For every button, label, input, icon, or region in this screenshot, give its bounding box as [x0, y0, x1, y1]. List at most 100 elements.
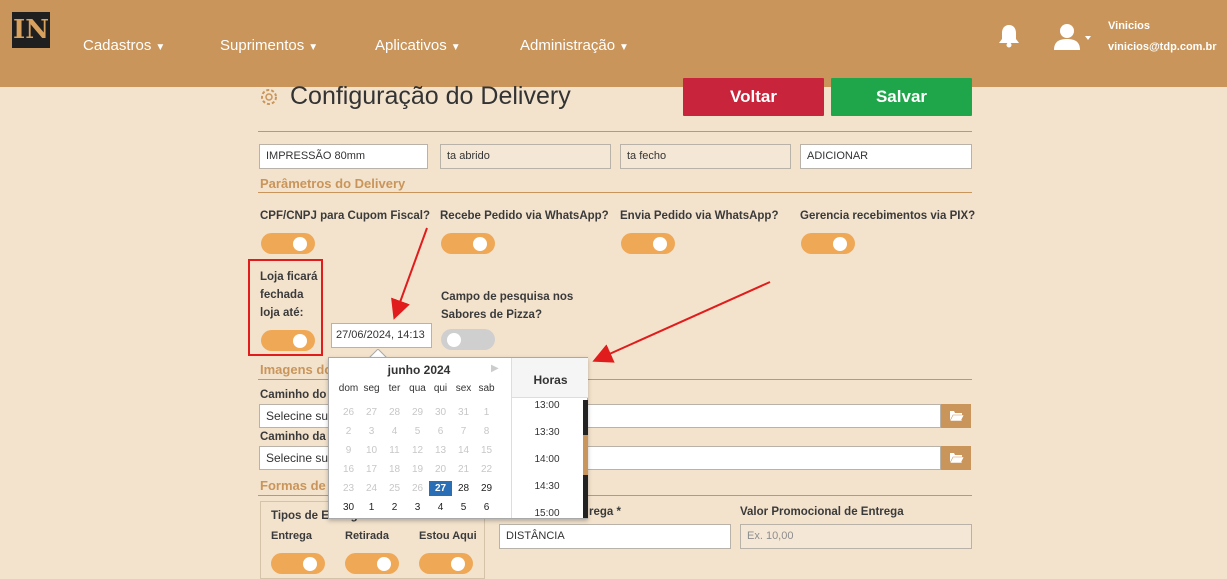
hours-scrollbar[interactable] [583, 400, 588, 518]
aberto-field[interactable]: ta abrido [440, 144, 611, 169]
calendar-day[interactable]: 18 [383, 462, 406, 477]
calendar-day[interactable]: 2 [337, 424, 360, 439]
calendar-day[interactable]: 14 [452, 443, 475, 458]
calendar-day[interactable]: 10 [360, 443, 383, 458]
calendar-day[interactable]: 21 [452, 462, 475, 477]
calendar-day[interactable]: 16 [337, 462, 360, 477]
calendar-day[interactable]: 6 [429, 424, 452, 439]
hour-option[interactable]: 13:30 [512, 427, 582, 438]
calendar-day[interactable]: 29 [406, 405, 429, 420]
formas-section-title: Formas de [260, 478, 326, 493]
calendar-day[interactable]: 23 [337, 481, 360, 496]
hour-option[interactable]: 14:30 [512, 481, 582, 492]
divider [258, 192, 972, 193]
entrega-toggle[interactable] [271, 553, 325, 574]
images-section-title: Imagens do [260, 362, 333, 377]
calendar: junho 2024 ▶ dom seg ter qua qui sex sab 26 27 28… [329, 358, 509, 518]
calendar-day[interactable]: 2 [383, 500, 406, 515]
weekday-label: sex [455, 383, 472, 394]
calendar-day[interactable]: 17 [360, 462, 383, 477]
calendar-day[interactable]: 25 [383, 481, 406, 496]
calendar-day[interactable]: 27 [360, 405, 383, 420]
loja-fechada-datetime-input[interactable]: 27/06/2024, 14:13 [331, 323, 432, 348]
folder-open-icon[interactable] [941, 404, 971, 428]
calendar-day-selected[interactable]: 27 [429, 481, 452, 496]
nav-suprimentos[interactable]: Suprimentos ▼ [220, 37, 318, 54]
calendar-day[interactable]: 1 [360, 500, 383, 515]
retirada-toggle[interactable] [345, 553, 399, 574]
calendar-day[interactable]: 11 [383, 443, 406, 458]
nav-cadastros[interactable]: Cadastros ▼ [83, 37, 165, 54]
bell-icon[interactable] [998, 24, 1020, 48]
retirada-label: Retirada [345, 530, 390, 542]
weekday-label: sab [478, 383, 495, 394]
calendar-day[interactable]: 4 [383, 424, 406, 439]
calendar-day[interactable]: 28 [452, 481, 475, 496]
estou-aqui-label: Estou Aqui [419, 530, 477, 542]
gear-icon [261, 89, 277, 105]
envia-whatsapp-label: Envia Pedido via WhatsApp? [620, 210, 779, 222]
calendar-day[interactable]: 5 [406, 424, 429, 439]
hour-option[interactable]: 14:00 [512, 454, 582, 465]
cpf-cnpj-toggle[interactable] [261, 233, 315, 254]
tipo-entrega-select[interactable]: DISTÂNCIA [499, 524, 731, 549]
hour-option[interactable]: 15:00 [512, 508, 582, 518]
calendar-day[interactable]: 7 [452, 424, 475, 439]
datetime-picker: junho 2024 ▶ dom seg ter qua qui sex sab 26 27 28… [328, 357, 588, 519]
salvar-button[interactable]: Salvar [831, 78, 972, 116]
campo-pesquisa-label: Campo de pesquisa nos Sabores de Pizza? [441, 291, 574, 321]
app-logo[interactable]: IN [12, 12, 50, 48]
estou-aqui-toggle[interactable] [419, 553, 473, 574]
page-title: Configuração do Delivery [290, 82, 571, 110]
user-name[interactable]: Vinicios [1108, 20, 1150, 32]
weekday-label: qui [433, 383, 448, 394]
nav-administracao[interactable]: Administração ▼ [520, 37, 629, 54]
hours-title: Horas [512, 358, 588, 398]
valor-promocional-input[interactable]: Ex. 10,00 [740, 524, 972, 549]
params-section-title: Parâmetros do Delivery [260, 176, 406, 191]
folder-open-icon[interactable] [941, 446, 971, 470]
envia-whatsapp-toggle[interactable] [621, 233, 675, 254]
calendar-day[interactable]: 30 [337, 500, 360, 515]
calendar-day[interactable]: 13 [429, 443, 452, 458]
hour-option[interactable]: 13:00 [512, 400, 582, 411]
calendar-day[interactable]: 24 [360, 481, 383, 496]
calendar-day[interactable]: 3 [360, 424, 383, 439]
calendar-day[interactable]: 9 [337, 443, 360, 458]
campo-pesquisa-toggle[interactable] [441, 329, 495, 350]
calendar-day[interactable]: 28 [383, 405, 406, 420]
hours-list: Horas 13:00 13:30 14:00 14:30 15:00 [511, 358, 588, 518]
pix-toggle[interactable] [801, 233, 855, 254]
divider [258, 131, 972, 132]
calendar-day[interactable]: 5 [452, 500, 475, 515]
next-month-icon[interactable]: ▶ [491, 363, 499, 374]
adicionar-field[interactable]: ADICIONAR [800, 144, 972, 169]
calendar-day[interactable]: 6 [475, 500, 498, 515]
calendar-day[interactable]: 31 [452, 405, 475, 420]
calendar-day[interactable]: 29 [475, 481, 498, 496]
calendar-day[interactable]: 26 [406, 481, 429, 496]
caminho-da-label: Caminho da [260, 431, 326, 443]
calendar-day[interactable]: 8 [475, 424, 498, 439]
calendar-day[interactable]: 19 [406, 462, 429, 477]
impressao-field[interactable]: IMPRESSÃO 80mm [259, 144, 428, 169]
calendar-day[interactable]: 15 [475, 443, 498, 458]
calendar-day[interactable]: 12 [406, 443, 429, 458]
user-email[interactable]: vinicios@tdp.com.br [1108, 41, 1217, 53]
fecho-field[interactable]: ta fecho [620, 144, 791, 169]
recebe-whatsapp-toggle[interactable] [441, 233, 495, 254]
voltar-button[interactable]: Voltar [683, 78, 824, 116]
calendar-day[interactable]: 4 [429, 500, 452, 515]
calendar-day[interactable]: 3 [406, 500, 429, 515]
weekday-label: dom [338, 383, 359, 394]
calendar-day[interactable]: 22 [475, 462, 498, 477]
weekday-label: qua [409, 383, 426, 394]
nav-aplicativos[interactable]: Aplicativos ▼ [375, 37, 461, 54]
calendar-day[interactable]: 1 [475, 405, 498, 420]
user-icon[interactable] [1052, 22, 1092, 52]
calendar-day[interactable]: 30 [429, 405, 452, 420]
caret-down-icon: ▼ [450, 42, 461, 53]
arrow-to-datetime [391, 227, 428, 320]
calendar-day[interactable]: 20 [429, 462, 452, 477]
calendar-day[interactable]: 26 [337, 405, 360, 420]
